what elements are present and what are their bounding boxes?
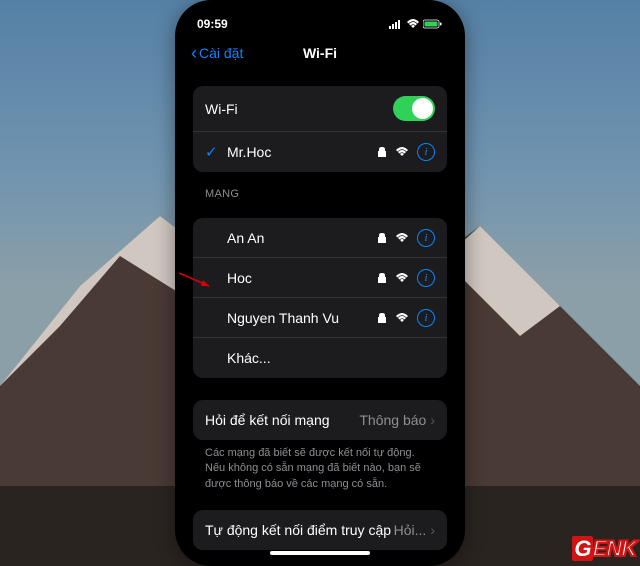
status-time: 09:59 [197,17,228,31]
home-indicator[interactable] [270,551,370,555]
wifi-signal-icon [395,147,409,157]
networks-header: MẠNG [193,172,447,204]
wifi-toggle-row[interactable]: Wi-Fi [193,86,447,132]
connected-network-row[interactable]: ✓ Mr.Hoc i [193,132,447,172]
lock-icon [377,232,387,244]
checkmark-icon: ✓ [205,143,221,161]
genk-logo: GENK [572,536,636,562]
notch [260,6,380,28]
network-row-hoc[interactable]: Hoc i [193,258,447,298]
wifi-toggle-group: Wi-Fi ✓ Mr.Hoc i [193,86,447,172]
back-button[interactable]: ‹ Cài đặt [191,44,243,62]
wifi-signal-icon [395,313,409,323]
annotation-arrow [177,271,217,291]
chevron-left-icon: ‹ [191,44,197,62]
signal-icon [389,19,403,29]
other-network-label: Khác... [227,350,435,366]
chevron-right-icon: › [430,412,435,428]
network-name: An An [227,230,377,246]
wifi-toggle-label: Wi-Fi [205,101,393,117]
auto-hotspot-row[interactable]: Tự động kết nối điểm truy cập Hỏi... › [193,510,447,550]
lock-icon [377,272,387,284]
wifi-signal-icon [395,273,409,283]
nav-bar: ‹ Cài đặt Wi-Fi [181,34,459,72]
connected-network-name: Mr.Hoc [227,144,377,160]
wifi-signal-icon [395,233,409,243]
ask-to-join-row[interactable]: Hỏi để kết nối mạng Thông báo › [193,400,447,440]
wifi-status-icon [406,19,420,29]
back-label: Cài đặt [199,45,243,61]
hotspot-label: Tự động kết nối điểm truy cập [205,522,394,538]
info-icon[interactable]: i [417,143,435,161]
network-row-other[interactable]: Khác... [193,338,447,378]
page-title: Wi-Fi [303,45,337,61]
info-icon[interactable]: i [417,229,435,247]
ask-group: Hỏi để kết nối mạng Thông báo › [193,400,447,440]
phone-frame: 09:59 ‹ Cài đặt Wi-Fi Wi-Fi ✓ [175,0,465,566]
network-row-nguyen[interactable]: Nguyen Thanh Vu i [193,298,447,338]
lock-icon [377,312,387,324]
info-icon[interactable]: i [417,269,435,287]
hotspot-group: Tự động kết nối điểm truy cập Hỏi... › [193,510,447,550]
battery-icon [423,19,443,29]
hotspot-value: Hỏi... [394,522,427,538]
network-row-an-an[interactable]: An An i [193,218,447,258]
network-name: Nguyen Thanh Vu [227,310,377,326]
info-icon[interactable]: i [417,309,435,327]
lock-icon [377,146,387,158]
ask-value: Thông báo [359,412,426,428]
ask-label: Hỏi để kết nối mạng [205,412,359,428]
networks-group: An An i Hoc i Nguyen Tha [193,218,447,378]
ask-footer: Các mạng đã biết sẽ được kết nối tự động… [193,440,447,494]
chevron-right-icon: › [430,522,435,538]
wifi-toggle-switch[interactable] [393,96,435,121]
network-name: Hoc [227,270,377,286]
